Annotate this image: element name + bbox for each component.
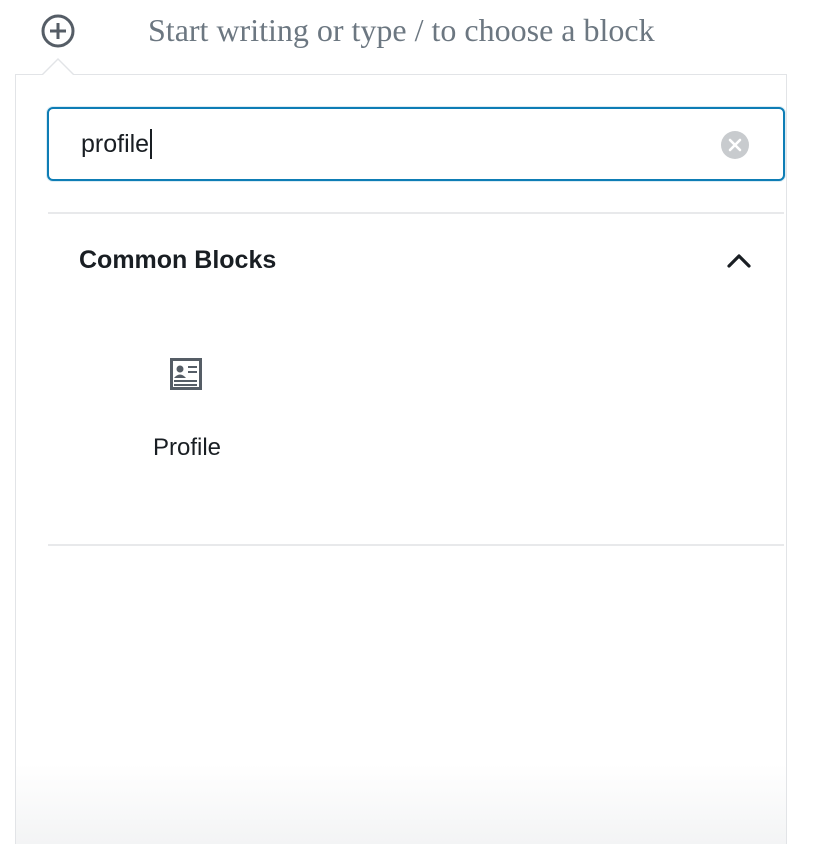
text-caret: [150, 129, 152, 159]
panel-divider-bottom: [48, 544, 784, 546]
profile-card-icon: [170, 358, 202, 390]
clear-circle-icon: [728, 138, 742, 152]
add-block-button[interactable]: [40, 13, 76, 49]
block-item-profile[interactable]: Profile: [118, 340, 256, 480]
chevron-up-icon: [727, 254, 751, 268]
plus-circle-icon: [41, 14, 75, 48]
panel-divider-top: [48, 212, 784, 214]
clear-search-button[interactable]: [721, 131, 749, 159]
common-blocks-panel-toggle[interactable]: Common Blocks: [48, 232, 784, 290]
block-search-box: [47, 107, 785, 181]
panel-title: Common Blocks: [79, 246, 277, 274]
block-item-label: Profile: [152, 434, 222, 461]
block-search-input[interactable]: [81, 127, 681, 161]
editor-placeholder[interactable]: Start writing or type / to choose a bloc…: [148, 10, 655, 50]
